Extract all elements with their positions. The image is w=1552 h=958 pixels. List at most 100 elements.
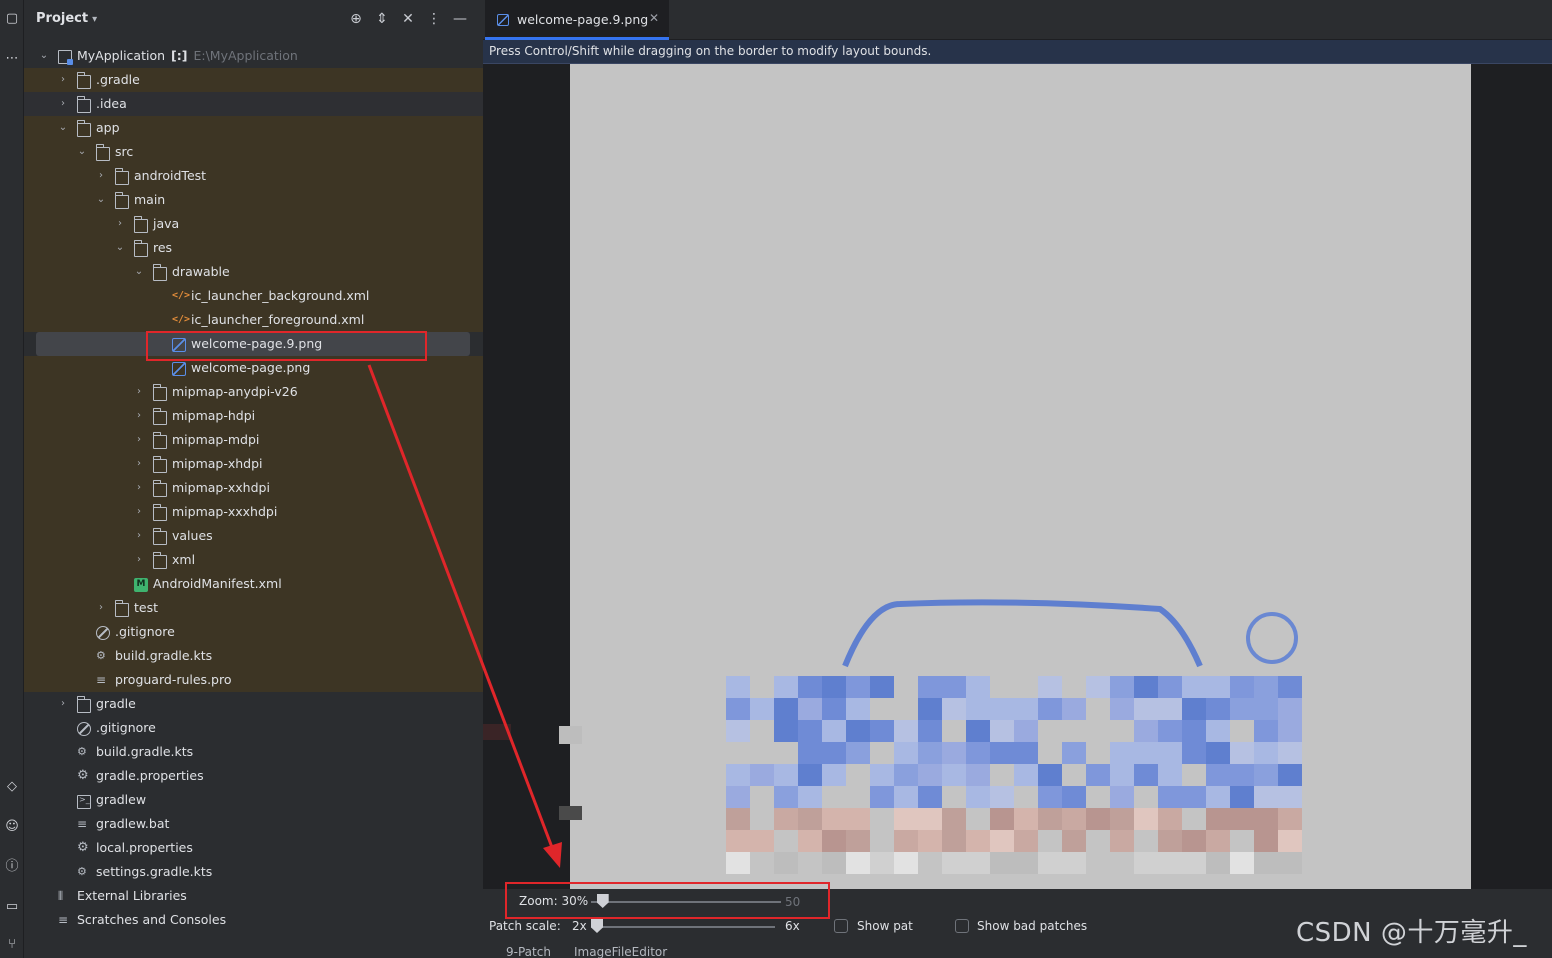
pixel-block <box>774 786 798 808</box>
tree-item[interactable]: .gitignore <box>24 716 483 740</box>
pixel-block <box>966 698 990 720</box>
problems-icon[interactable]: ⓘ <box>0 856 24 878</box>
show-patches-checkbox[interactable] <box>834 919 848 933</box>
pixel-block <box>726 698 750 720</box>
chevron-right-icon[interactable]: › <box>57 692 69 716</box>
pixel-block <box>1062 830 1086 852</box>
tree-item[interactable]: › androidTest <box>24 164 483 188</box>
chevron-down-icon[interactable]: ⌄ <box>57 116 69 140</box>
chevron-right-icon[interactable]: › <box>133 524 145 548</box>
chevron-down-icon[interactable]: ⌄ <box>76 140 88 164</box>
tree-item[interactable]: › mipmap-anydpi-v26 <box>24 380 483 404</box>
tree-item[interactable]: ⚙ local.properties <box>24 836 483 860</box>
tree-item[interactable]: ⌄ main <box>24 188 483 212</box>
tree-item[interactable]: › .gradle <box>24 68 483 92</box>
project-folder-icon[interactable]: ▢ <box>0 8 24 30</box>
tree-item[interactable]: ≡ gradlew.bat <box>24 812 483 836</box>
tree-item[interactable]: › mipmap-hdpi <box>24 404 483 428</box>
nine-patch-image[interactable] <box>570 64 1471 889</box>
tree-item[interactable]: › gradle <box>24 692 483 716</box>
minimize-icon[interactable]: — <box>451 10 469 28</box>
pixel-block <box>846 720 870 742</box>
chevron-right-icon[interactable]: › <box>133 548 145 572</box>
folder-icon <box>153 264 167 281</box>
pixel-block <box>918 808 942 830</box>
pixel-block <box>1230 698 1254 720</box>
chevron-right-icon[interactable]: › <box>133 428 145 452</box>
chevron-right-icon[interactable]: › <box>133 404 145 428</box>
pixel-block <box>1254 698 1278 720</box>
tree-item[interactable]: ⚙ build.gradle.kts <box>24 644 483 668</box>
pixel-block <box>966 676 990 698</box>
tree-item[interactable]: › .idea <box>24 92 483 116</box>
gem-icon[interactable]: ◇ <box>0 776 24 798</box>
tree-item[interactable]: › mipmap-xxhdpi <box>24 476 483 500</box>
collapse-all-icon[interactable]: ✕ <box>399 10 417 28</box>
nine-patch-canvas[interactable] <box>483 64 1552 889</box>
tab-welcome-page-9-png[interactable]: welcome-page.9.png ✕ <box>485 0 669 40</box>
chevron-right-icon[interactable]: › <box>114 212 126 236</box>
project-view-selector[interactable]: Project ▾ <box>36 11 97 26</box>
tree-item[interactable]: › mipmap-mdpi <box>24 428 483 452</box>
show-bad-patches-checkbox[interactable] <box>955 919 969 933</box>
patch-scale-track[interactable] <box>591 926 775 928</box>
tree-item[interactable]: M AndroidManifest.xml <box>24 572 483 596</box>
pixel-block <box>726 852 750 874</box>
pixel-block <box>822 676 846 698</box>
tree-item[interactable]: › values <box>24 524 483 548</box>
tree-item[interactable]: ⌄ res <box>24 236 483 260</box>
tree-item[interactable]: › mipmap-xxxhdpi <box>24 500 483 524</box>
chevron-right-icon[interactable]: › <box>57 68 69 92</box>
tree-item[interactable]: › mipmap-xhdpi <box>24 452 483 476</box>
tree-item[interactable]: .gitignore <box>24 620 483 644</box>
chevron-right-icon[interactable]: › <box>133 452 145 476</box>
more-options-icon[interactable]: ⋮ <box>425 10 443 28</box>
tree-item[interactable]: ⌄ src <box>24 140 483 164</box>
tree-item[interactable]: ⚙ gradle.properties <box>24 764 483 788</box>
chevron-right-icon[interactable]: › <box>133 476 145 500</box>
chevron-down-icon[interactable]: ⌄ <box>133 260 145 284</box>
tree-item[interactable]: ⚙ build.gradle.kts <box>24 740 483 764</box>
more-tools-icon[interactable]: ⋯ <box>0 48 24 70</box>
pixel-block <box>798 786 822 808</box>
chevron-right-icon[interactable]: › <box>133 380 145 404</box>
tree-item[interactable]: ⌄ app <box>24 116 483 140</box>
tree-item[interactable]: >_ gradlew <box>24 788 483 812</box>
chevron-right-icon[interactable]: › <box>133 500 145 524</box>
tree-item[interactable]: </> ic_launcher_foreground.xml <box>24 308 483 332</box>
tree-item[interactable]: ⌄ MyApplication [:] E:\MyApplication <box>24 44 483 68</box>
tree-item[interactable]: › test <box>24 596 483 620</box>
expand-collapse-icon[interactable]: ⇕ <box>373 10 391 28</box>
shell-script-icon: >_ <box>77 795 91 809</box>
patch-scale-thumb[interactable] <box>591 919 603 933</box>
cat-icon[interactable]: ☺ <box>0 816 24 838</box>
chevron-down-icon[interactable]: ⌄ <box>95 188 107 212</box>
chevron-right-icon[interactable]: › <box>95 164 107 188</box>
editor-tabs: welcome-page.9.png ✕ <box>483 0 1552 40</box>
folder-icon <box>115 168 129 185</box>
tab-9-patch[interactable]: 9-Patch <box>506 945 551 958</box>
chevron-down-icon[interactable]: ⌄ <box>114 236 126 260</box>
pixel-block <box>726 830 750 852</box>
tree-item-label: mipmap-hdpi <box>172 408 256 423</box>
tree-item[interactable]: ⌄ drawable <box>24 260 483 284</box>
pixel-block <box>1278 742 1302 764</box>
tree-item[interactable]: ≡ Scratches and Consoles <box>24 908 483 932</box>
tab-image-file-editor[interactable]: ImageFileEditor <box>574 945 667 958</box>
crosshair-icon[interactable]: ⊕ <box>347 10 365 28</box>
tree-item[interactable]: ⫴ External Libraries <box>24 884 483 908</box>
tree-item[interactable]: </> ic_launcher_background.xml <box>24 284 483 308</box>
chevron-right-icon[interactable]: › <box>57 92 69 116</box>
tree-item[interactable]: ⚙ settings.gradle.kts <box>24 860 483 884</box>
pixel-block <box>774 720 798 742</box>
pixel-block <box>846 742 870 764</box>
tree-item[interactable]: ≡ proguard-rules.pro <box>24 668 483 692</box>
tree-item[interactable]: › java <box>24 212 483 236</box>
chevron-down-icon[interactable]: ⌄ <box>38 44 50 68</box>
pixel-block <box>1158 852 1182 874</box>
git-icon[interactable]: ⑂ <box>0 934 24 956</box>
tree-item[interactable]: › xml <box>24 548 483 572</box>
terminal-icon[interactable]: ▭ <box>0 896 24 918</box>
chevron-right-icon[interactable]: › <box>95 596 107 620</box>
close-icon[interactable]: ✕ <box>649 11 659 25</box>
